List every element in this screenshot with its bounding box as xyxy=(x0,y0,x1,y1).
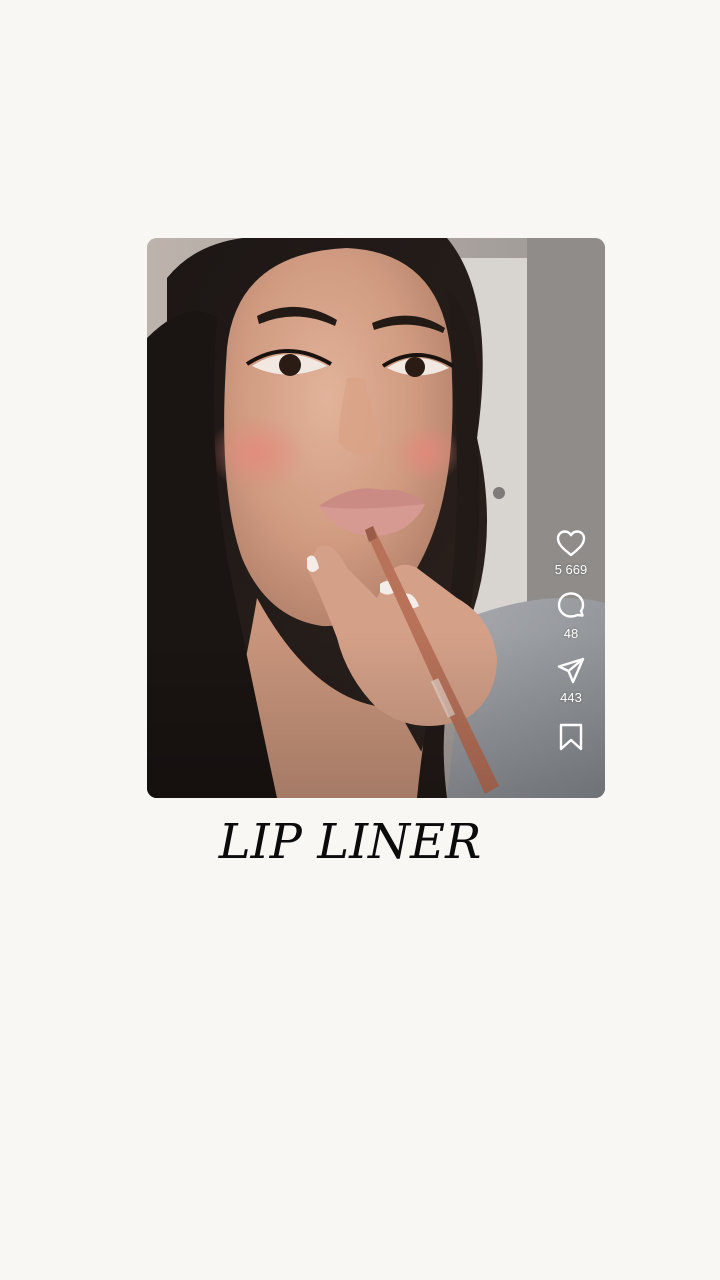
like-button[interactable]: 5 669 xyxy=(554,528,588,578)
share-count: 443 xyxy=(560,690,582,705)
save-button[interactable] xyxy=(558,722,584,752)
story-page: 5 669 48 443 LIP LINER xyxy=(0,0,720,1280)
comment-button[interactable]: 48 xyxy=(555,590,587,642)
caption-title: LIP LINER xyxy=(218,814,482,870)
share-icon xyxy=(557,657,585,684)
reel-video-frame xyxy=(147,238,605,798)
reel-action-bar: 5 669 48 443 xyxy=(543,528,599,752)
reel-video-card[interactable]: 5 669 48 443 xyxy=(147,238,605,798)
comment-icon xyxy=(557,592,585,618)
share-button[interactable]: 443 xyxy=(556,656,586,706)
comment-count: 48 xyxy=(563,626,579,641)
bookmark-icon xyxy=(559,723,583,751)
heart-icon xyxy=(556,530,586,557)
like-count: 5 669 xyxy=(554,562,588,577)
